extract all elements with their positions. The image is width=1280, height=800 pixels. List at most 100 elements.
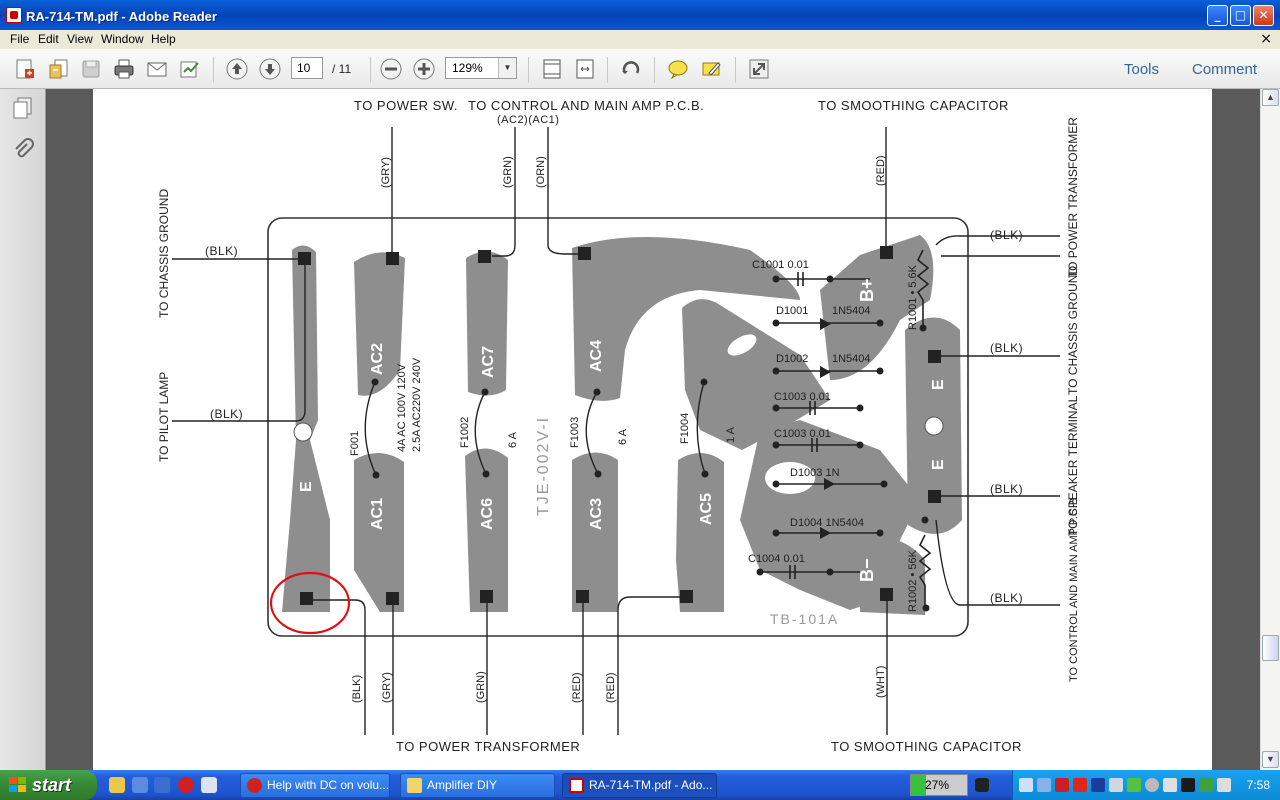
quick-launch-outlook-icon[interactable]	[132, 777, 148, 793]
scroll-thumb[interactable]	[1262, 635, 1279, 661]
previous-page-button[interactable]	[225, 57, 249, 81]
plus-circle-icon	[413, 58, 435, 80]
battery-fill	[911, 775, 927, 795]
envelope-icon	[147, 62, 167, 77]
quick-launch-messenger-icon[interactable]	[109, 777, 125, 793]
quick-launch-ie-icon[interactable]	[154, 777, 170, 793]
zoom-out-button[interactable]	[379, 57, 403, 81]
tray-settings-icon[interactable]	[1145, 778, 1159, 792]
tray-app-icon[interactable]	[1181, 778, 1195, 792]
tray-bluetooth-icon[interactable]	[1091, 778, 1105, 792]
tray-display-icon[interactable]	[1037, 778, 1051, 792]
wire-color-bottom-2: (GRN)	[475, 671, 487, 703]
task-help-with-dc[interactable]: Help with DC on volu...	[240, 773, 390, 798]
scroll-up-button[interactable]: ▲	[1262, 89, 1279, 106]
create-pdf-button[interactable]	[13, 57, 37, 81]
menu-file[interactable]: File	[10, 32, 29, 46]
label-to-smoothing-top: TO SMOOTHING CAPACITOR	[818, 98, 1009, 113]
pad-label-ac5: AC5	[698, 493, 715, 525]
menu-edit[interactable]: Edit	[38, 32, 59, 46]
menu-help[interactable]: Help	[151, 32, 176, 46]
document-view[interactable]: TO POWER SW. TO CONTROL AND MAIN AMP P.C…	[46, 89, 1260, 770]
power-plug-icon[interactable]	[975, 778, 989, 792]
component-r1002: R1002 • 56K	[907, 549, 919, 612]
navigation-pane	[0, 89, 46, 770]
page-number-input[interactable]: 10	[291, 57, 323, 79]
menu-bar: File Edit View Window Help ×	[0, 30, 1280, 49]
fit-page-icon	[543, 59, 561, 79]
start-button[interactable]: start	[0, 770, 97, 800]
opera-icon	[247, 778, 262, 793]
tray-network-icon[interactable]	[1019, 778, 1033, 792]
zoom-in-button[interactable]	[412, 57, 436, 81]
minimize-button[interactable]: _	[1207, 5, 1228, 26]
tray-safely-remove-icon[interactable]	[1199, 778, 1213, 792]
quick-launch-desktop-icon[interactable]	[201, 777, 217, 793]
component-r1001: R1001 • 5.6K	[907, 264, 919, 330]
document-close-icon[interactable]: ×	[1260, 31, 1272, 47]
component-d1002: D1002	[776, 353, 808, 365]
fuse-label-f1004: F1004	[679, 413, 691, 444]
title-bar[interactable]: RA-714-TM.pdf - Adobe Reader _ □ ✕	[0, 0, 1280, 30]
save-button[interactable]	[79, 57, 103, 81]
component-c1003-b: C1003 0.01	[774, 428, 831, 440]
next-page-button[interactable]	[258, 57, 282, 81]
page-thumbnails-button[interactable]	[10, 95, 36, 121]
tray-keyboard-icon[interactable]	[1109, 778, 1123, 792]
menu-window[interactable]: Window	[101, 32, 144, 46]
label-to-control-main: TO CONTROL AND MAIN AMP P.C.B.	[468, 98, 704, 113]
label-to-power-transformer: TO POWER TRANSFORMER	[396, 739, 580, 754]
fit-width-button[interactable]	[573, 57, 597, 81]
label-to-power-transformer-right: TO POWER TRANSFORMER	[1066, 117, 1080, 278]
scroll-down-button[interactable]: ▼	[1262, 751, 1279, 768]
create-pdf-icon	[16, 59, 34, 79]
sign-icon	[180, 61, 199, 78]
sticky-note-button[interactable]	[666, 57, 690, 81]
sign-button[interactable]	[178, 57, 202, 81]
battery-meter[interactable]: 27%	[910, 774, 968, 796]
tray-volume-icon[interactable]	[1163, 778, 1177, 792]
close-button[interactable]: ✕	[1253, 5, 1274, 26]
zoom-select[interactable]: 129% ▼	[445, 57, 517, 79]
label-b-plus: B+	[857, 278, 877, 302]
wire-color-top-2: (ORN)	[535, 156, 547, 188]
folder-icon	[407, 778, 422, 793]
pad-label-ac1: AC1	[369, 498, 386, 530]
wire-color-bottom-1: (GRY)	[381, 672, 393, 703]
highlight-button[interactable]	[700, 57, 724, 81]
quick-launch-opera-icon[interactable]	[178, 777, 194, 793]
maximize-button[interactable]: □	[1230, 5, 1251, 26]
pages-icon	[13, 97, 32, 119]
print-button[interactable]	[112, 57, 136, 81]
menu-view[interactable]: View	[67, 32, 93, 46]
comment-pane-link[interactable]: Comment	[1192, 61, 1257, 78]
wire-color-bottom-5: (WHT)	[875, 666, 887, 698]
full-screen-button[interactable]	[747, 57, 771, 81]
system-tray: 7:58	[1012, 770, 1280, 800]
fuse-label-f1002: F1002	[459, 417, 471, 448]
fit-page-button[interactable]	[540, 57, 564, 81]
tray-sync-icon[interactable]	[1217, 778, 1231, 792]
pdf-page: TO POWER SW. TO CONTROL AND MAIN AMP P.C…	[93, 89, 1212, 770]
rotate-button[interactable]	[619, 57, 643, 81]
pad-label-ac3: AC3	[588, 498, 605, 530]
tray-ati-icon[interactable]	[1055, 778, 1069, 792]
tray-antivirus-icon[interactable]	[1073, 778, 1087, 792]
task-amplifier-diy[interactable]: Amplifier DIY	[400, 773, 555, 798]
tray-update-icon[interactable]	[1127, 778, 1141, 792]
pad-label-ac2: AC2	[369, 343, 386, 375]
fuse-label-f001: F001	[349, 431, 361, 456]
expand-icon	[749, 59, 769, 79]
email-button[interactable]	[145, 57, 169, 81]
chevron-down-icon[interactable]: ▼	[498, 58, 516, 78]
attachments-button[interactable]	[10, 137, 36, 163]
task-adobe-reader[interactable]: RA-714-TM.pdf - Ado...	[562, 773, 717, 798]
convert-button[interactable]	[47, 57, 71, 81]
vertical-scrollbar[interactable]: ▲ ▼	[1260, 89, 1280, 770]
label-blk-right-4: (BLK)	[990, 591, 1023, 605]
tools-pane-link[interactable]: Tools	[1124, 61, 1159, 78]
fit-width-icon	[576, 59, 594, 79]
pdf-icon	[569, 778, 584, 793]
label-to-chassis-ground-right: TO CHASSIS GROUND	[1066, 266, 1080, 395]
fuse-label-f1003: F1003	[569, 417, 581, 448]
